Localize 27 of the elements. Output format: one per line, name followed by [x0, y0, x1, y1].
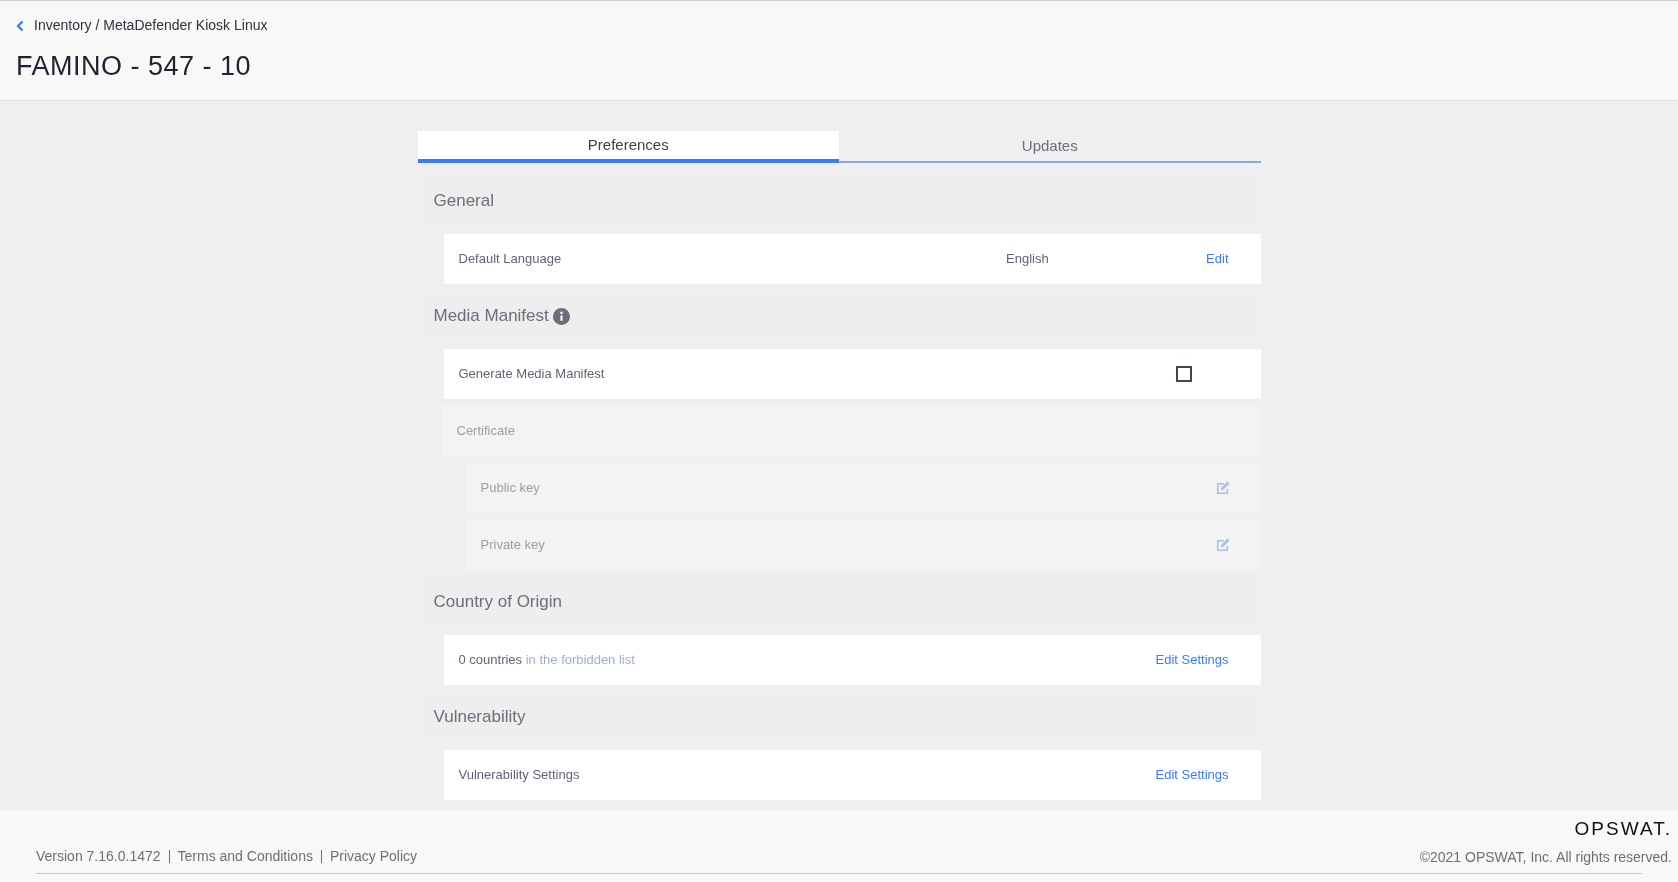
- back-icon[interactable]: [16, 19, 24, 32]
- version-text: Version 7.16.0.1472: [36, 847, 161, 866]
- copyright-text: ©2021 OPSWAT, Inc. All rights reserved.: [1419, 848, 1672, 867]
- breadcrumb[interactable]: Inventory / MetaDefender Kiosk Linux: [34, 15, 268, 36]
- info-icon[interactable]: [552, 307, 570, 325]
- setting-label: Certificate: [456, 422, 516, 441]
- tab[interactable]: Updates: [839, 131, 1261, 163]
- setting-label: Generate Media Manifest: [458, 365, 606, 384]
- footer-link[interactable]: Terms and Conditions: [177, 846, 313, 867]
- section-title: Media Manifest: [433, 305, 549, 328]
- setting-label: Private key: [480, 536, 546, 555]
- tab[interactable]: Preferences: [417, 131, 839, 163]
- setting-label: Default Language: [458, 250, 563, 269]
- setting-label: Public key: [480, 479, 541, 498]
- setting-label: 0 countries in the forbidden list: [458, 651, 636, 670]
- section-title: Country of Origin: [433, 591, 562, 614]
- section-title: Vulnerability: [433, 706, 526, 729]
- setting-value: English: [1006, 250, 1050, 269]
- edit-link[interactable]: Edit Settings: [1155, 765, 1246, 785]
- page-title: FAMINO - 547 - 10: [16, 50, 253, 83]
- footer-link[interactable]: Privacy Policy: [329, 846, 418, 867]
- edit-settings-link[interactable]: Edit Settings: [1155, 650, 1246, 670]
- edit-link[interactable]: Edit: [1206, 249, 1246, 269]
- checkbox[interactable]: [1175, 366, 1192, 382]
- section-title: General: [433, 190, 494, 213]
- logo: OPSWAT.: [1574, 816, 1672, 841]
- setting-label: Vulnerability Settings: [458, 766, 581, 785]
